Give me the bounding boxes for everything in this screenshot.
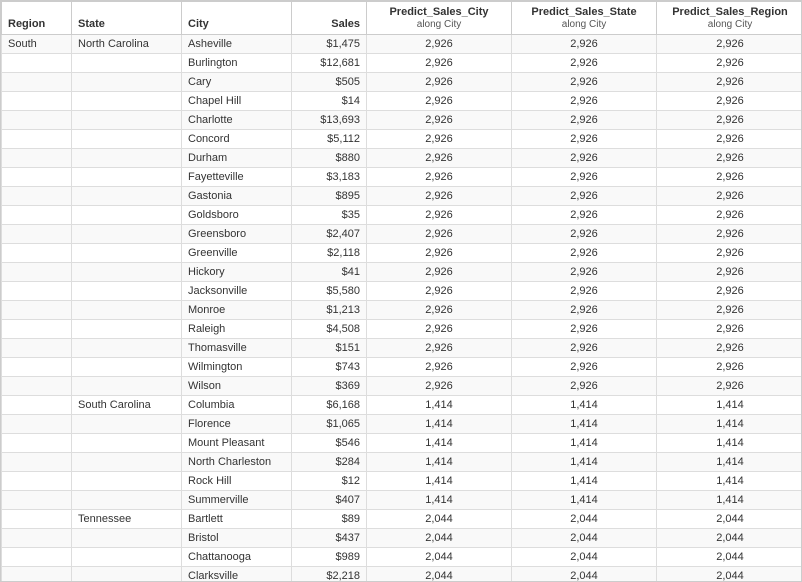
table-row: North Charleston$2841,4141,4141,414 <box>2 453 802 472</box>
table-row: Concord$5,1122,9262,9262,926 <box>2 130 802 149</box>
table-row: Jacksonville$5,5802,9262,9262,926 <box>2 282 802 301</box>
table-row: SouthNorth CarolinaAsheville$1,4752,9262… <box>2 35 802 54</box>
table-row: Clarksville$2,2182,0442,0442,044 <box>2 567 802 582</box>
header-city: City <box>182 2 292 35</box>
header-state: State <box>72 2 182 35</box>
table-row: Rock Hill$121,4141,4141,414 <box>2 472 802 491</box>
table-row: Greensboro$2,4072,9262,9262,926 <box>2 225 802 244</box>
table-row: Hickory$412,9262,9262,926 <box>2 263 802 282</box>
table-row: Monroe$1,2132,9262,9262,926 <box>2 301 802 320</box>
table-row: TennesseeBartlett$892,0442,0442,044 <box>2 510 802 529</box>
table-row: Durham$8802,9262,9262,926 <box>2 149 802 168</box>
table-row: Thomasville$1512,9262,9262,926 <box>2 339 802 358</box>
table-row: South CarolinaColumbia$6,1681,4141,4141,… <box>2 396 802 415</box>
table-row: Fayetteville$3,1832,9262,9262,926 <box>2 168 802 187</box>
table-row: Greenville$2,1182,9262,9262,926 <box>2 244 802 263</box>
table-row: Gastonia$8952,9262,9262,926 <box>2 187 802 206</box>
header-region: Region <box>2 2 72 35</box>
header-sales: Sales <box>292 2 367 35</box>
table-row: Cary$5052,9262,9262,926 <box>2 73 802 92</box>
table-row: Goldsboro$352,9262,9262,926 <box>2 206 802 225</box>
table-row: Chapel Hill$142,9262,9262,926 <box>2 92 802 111</box>
table-container[interactable]: Region State City Sales Predict_Sales_Ci… <box>0 0 802 582</box>
header-pred-city: Predict_Sales_City along City <box>367 2 512 35</box>
table-row: Wilmington$7432,9262,9262,926 <box>2 358 802 377</box>
header-pred-state: Predict_Sales_State along City <box>512 2 657 35</box>
table-row: Wilson$3692,9262,9262,926 <box>2 377 802 396</box>
table-row: Summerville$4071,4141,4141,414 <box>2 491 802 510</box>
table-row: Bristol$4372,0442,0442,044 <box>2 529 802 548</box>
table-row: Charlotte$13,6932,9262,9262,926 <box>2 111 802 130</box>
table-row: Chattanooga$9892,0442,0442,044 <box>2 548 802 567</box>
table-row: Raleigh$4,5082,9262,9262,926 <box>2 320 802 339</box>
table-row: Mount Pleasant$5461,4141,4141,414 <box>2 434 802 453</box>
header-pred-region: Predict_Sales_Region along City <box>657 2 802 35</box>
table-row: Burlington$12,6812,9262,9262,926 <box>2 54 802 73</box>
table-row: Florence$1,0651,4141,4141,414 <box>2 415 802 434</box>
